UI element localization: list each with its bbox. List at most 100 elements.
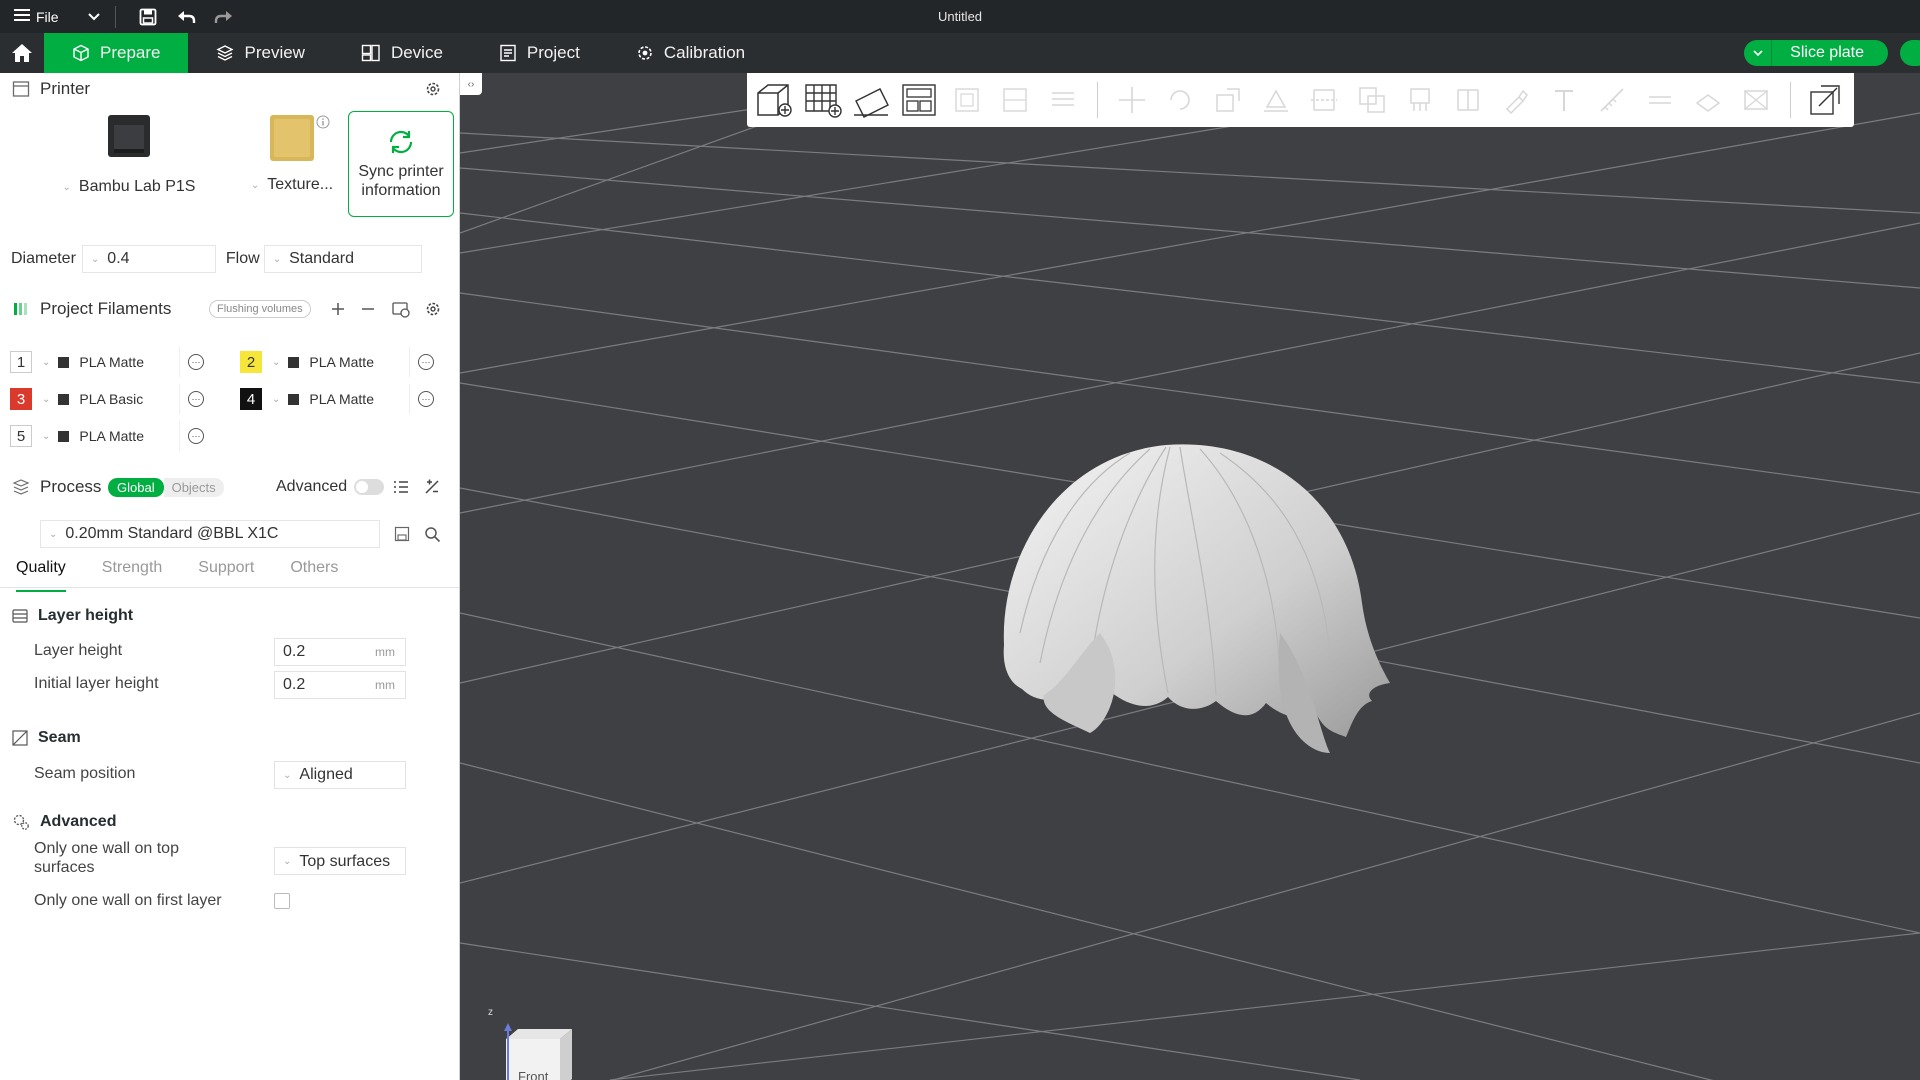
list-icon[interactable] <box>393 480 409 494</box>
file-menu[interactable]: File <box>0 8 101 25</box>
lay-on-face-button[interactable] <box>1252 76 1300 124</box>
search-icon[interactable] <box>424 526 441 543</box>
tab-support[interactable]: Support <box>182 554 254 587</box>
filament-row-4[interactable]: 4 ⌄ PLA Matte ⋯ <box>240 384 434 414</box>
title-bar: File Untitled <box>0 0 1920 33</box>
filament-row-2[interactable]: 2 ⌄ PLA Matte ⋯ <box>240 347 434 377</box>
calibration-icon <box>638 46 652 60</box>
mesh-boolean-button[interactable] <box>1348 76 1396 124</box>
seam-position-label: Seam position <box>34 765 136 782</box>
sidebar-collapse-toggle[interactable]: ‹› <box>460 73 482 95</box>
info-icon[interactable] <box>316 115 330 129</box>
color-paint-button[interactable] <box>1492 76 1540 124</box>
hair-model[interactable] <box>980 433 1400 773</box>
tab-prepare[interactable]: Prepare <box>44 33 189 73</box>
filament-row-5[interactable]: 5 ⌄ PLA Matte ⋯ <box>10 421 204 451</box>
filament-brand-icon <box>288 356 300 368</box>
tab-others[interactable]: Others <box>274 554 338 587</box>
support-paint-button[interactable] <box>1396 76 1444 124</box>
sync-filament-icon[interactable] <box>391 300 411 318</box>
printer-icon <box>12 81 30 97</box>
filament-select[interactable]: ⌄ PLA Matte <box>32 347 180 377</box>
global-toggle-option[interactable]: Global <box>108 477 164 497</box>
view-navigation-cube[interactable]: z Front <box>488 1007 576 1080</box>
rotate-button[interactable] <box>1156 76 1204 124</box>
explode-button[interactable] <box>1684 76 1732 124</box>
unit-label: mm <box>375 645 395 659</box>
arrange-button[interactable] <box>895 76 943 124</box>
window-title: Untitled <box>937 9 983 24</box>
flushing-volumes-button[interactable]: Flushing volumes <box>209 300 311 318</box>
tab-calibration[interactable]: Calibration <box>608 33 773 73</box>
move-button[interactable] <box>1108 76 1156 124</box>
initial-layer-height-input[interactable]: 0.2 mm <box>274 671 406 699</box>
slice-plate-button[interactable]: Slice plate <box>1772 40 1888 66</box>
slice-view-button[interactable] <box>1732 76 1780 124</box>
more-options-icon[interactable]: ⋯ <box>188 428 204 444</box>
add-icon[interactable] <box>331 302 345 316</box>
text-button[interactable] <box>1540 76 1588 124</box>
sync-printer-button[interactable]: Sync printer information <box>348 111 454 217</box>
plate-type-selector[interactable]: ⌄ Texture... <box>244 113 340 194</box>
objects-toggle-option[interactable]: Objects <box>163 477 224 497</box>
3d-viewport[interactable]: ‹› z Front <box>460 73 1920 1080</box>
tab-preview[interactable]: Preview <box>188 33 332 73</box>
add-plate-button[interactable] <box>799 76 847 124</box>
sync-label-line2: information <box>361 182 441 199</box>
add-object-button[interactable] <box>751 76 799 124</box>
more-options-icon[interactable]: ⋯ <box>418 391 434 407</box>
redo-button[interactable] <box>210 3 238 31</box>
diameter-select[interactable]: ⌄ 0.4 <box>81 245 216 273</box>
auto-orient-button[interactable] <box>847 76 895 124</box>
undo-icon <box>177 10 195 23</box>
more-options-icon[interactable]: ⋯ <box>418 354 434 370</box>
filament-select[interactable]: ⌄ PLA Basic <box>32 384 180 414</box>
advanced-switch[interactable] <box>354 479 384 495</box>
seam-paint-button[interactable] <box>1444 76 1492 124</box>
assembly-button[interactable] <box>1636 76 1684 124</box>
save-icon <box>139 8 156 25</box>
printer-selector[interactable]: ⌄ Bambu Lab P1S <box>38 113 220 196</box>
more-dropdown-button[interactable] <box>1900 40 1920 66</box>
one-wall-top-select[interactable]: ⌄ Top surfaces <box>274 847 406 875</box>
tab-device[interactable]: Device <box>333 33 471 73</box>
global-objects-toggle[interactable]: Global Objects <box>108 477 224 497</box>
diameter-value: 0.4 <box>107 250 130 267</box>
slice-options-dropdown[interactable] <box>1744 40 1773 66</box>
undo-button[interactable] <box>172 3 200 31</box>
home-button[interactable] <box>0 33 44 73</box>
collapse-toolbar-button[interactable] <box>1801 76 1849 124</box>
flow-select[interactable]: ⌄ Standard <box>263 245 422 273</box>
filament-select[interactable]: ⌄ PLA Matte <box>32 421 180 451</box>
tab-quality[interactable]: Quality <box>0 554 66 592</box>
filament-row-3[interactable]: 3 ⌄ PLA Basic ⋯ <box>10 384 204 414</box>
filament-row-1[interactable]: 1 ⌄ PLA Matte ⋯ <box>10 347 204 377</box>
more-options-icon[interactable]: ⋯ <box>188 354 204 370</box>
split-parts-button[interactable] <box>991 76 1039 124</box>
scale-button[interactable] <box>1204 76 1252 124</box>
split-objects-button[interactable] <box>943 76 991 124</box>
chevron-down-icon[interactable] <box>87 9 101 25</box>
remove-icon[interactable] <box>361 302 375 316</box>
save-preset-icon[interactable] <box>394 526 410 542</box>
tab-project[interactable]: Project <box>471 33 608 73</box>
cut-button[interactable] <box>1300 76 1348 124</box>
process-icon <box>12 479 30 495</box>
filament-select[interactable]: ⌄ PLA Matte <box>262 384 410 414</box>
layer-height-input[interactable]: 0.2 mm <box>274 638 406 666</box>
one-wall-first-layer-checkbox[interactable] <box>274 893 290 909</box>
tab-strength[interactable]: Strength <box>86 554 162 587</box>
measure-button[interactable] <box>1588 76 1636 124</box>
variable-layer-button[interactable] <box>1039 76 1087 124</box>
layer-height-icon <box>12 609 28 623</box>
gear-icon[interactable] <box>424 80 442 98</box>
gear-icon[interactable] <box>424 300 442 318</box>
chevron-down-icon <box>1753 50 1763 57</box>
compare-icon[interactable] <box>424 479 440 495</box>
save-button[interactable] <box>134 3 162 31</box>
more-options-icon[interactable]: ⋯ <box>188 391 204 407</box>
collapse-icon <box>1810 85 1840 115</box>
seam-position-select[interactable]: ⌄ Aligned <box>274 761 406 789</box>
filament-select[interactable]: ⌄ PLA Matte <box>262 347 410 377</box>
process-preset-select[interactable]: ⌄ 0.20mm Standard @BBL X1C <box>40 520 380 548</box>
